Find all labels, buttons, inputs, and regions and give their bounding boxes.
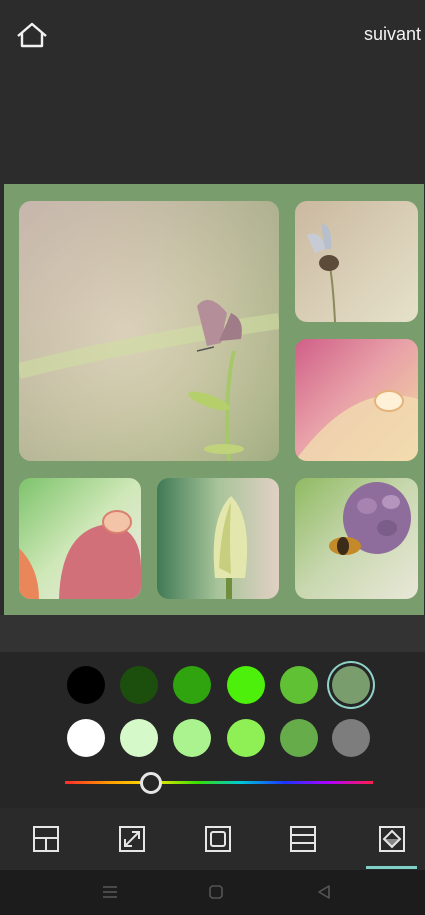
system-nav-bar (0, 870, 425, 915)
photo-tile-bee-on-grape-hyacinth[interactable] (295, 478, 418, 599)
canvas-margin (0, 615, 425, 652)
photo-tile-water-drop-on-petal[interactable] (295, 339, 418, 461)
color-swatch[interactable] (332, 719, 370, 757)
hue-slider-track[interactable] (65, 781, 373, 784)
color-swatch[interactable] (227, 719, 265, 757)
back-icon[interactable] (314, 882, 334, 902)
edit-toolbar (0, 808, 425, 870)
photo-tile-drop-on-red-petal[interactable] (19, 478, 141, 599)
color-swatch[interactable] (280, 666, 318, 704)
home-nav-icon[interactable] (206, 882, 226, 902)
next-button[interactable]: suivant (364, 24, 421, 45)
active-tool-indicator (366, 866, 417, 869)
color-swatch[interactable] (332, 666, 370, 704)
color-swatch[interactable] (227, 666, 265, 704)
color-swatch[interactable] (120, 666, 158, 704)
resize-icon[interactable] (117, 824, 147, 854)
top-bar: suivant (0, 0, 425, 184)
color-swatch[interactable] (280, 719, 318, 757)
color-swatch[interactable] (173, 666, 211, 704)
background-color-icon[interactable] (377, 824, 407, 854)
color-swatch[interactable] (67, 719, 105, 757)
layout-icon[interactable] (31, 824, 61, 854)
spacing-icon[interactable] (288, 824, 318, 854)
color-swatch[interactable] (173, 719, 211, 757)
photo-tile-butterfly-on-grass[interactable] (19, 201, 279, 461)
menu-icon[interactable] (100, 882, 120, 902)
home-icon[interactable] (14, 20, 50, 50)
photo-tile-butterfly-on-stem[interactable] (295, 201, 418, 322)
collage-canvas (4, 184, 424, 615)
photo-tile-tulip-bud[interactable] (157, 478, 279, 599)
color-swatch[interactable] (120, 719, 158, 757)
color-swatch[interactable] (67, 666, 105, 704)
border-icon[interactable] (203, 824, 233, 854)
